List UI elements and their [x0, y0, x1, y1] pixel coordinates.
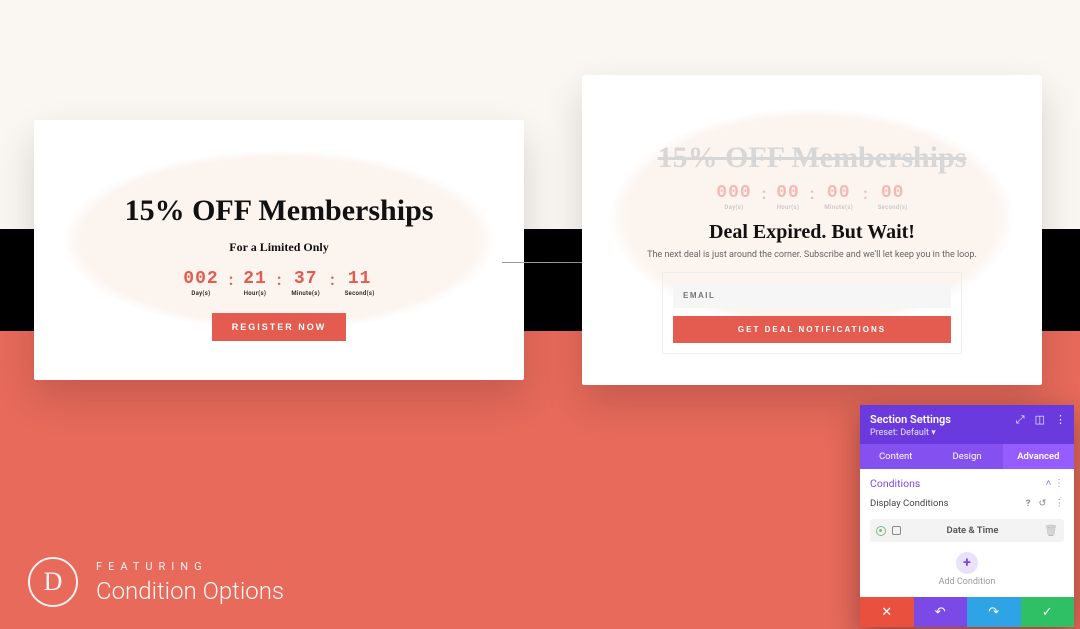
panel-header[interactable]: Section Settings Preset: Default ▾ ⤢ ◫ ⋮ [860, 405, 1074, 444]
feature-banner: D FEATURING Condition Options [28, 557, 284, 607]
timer-days-value: 000 [716, 183, 751, 203]
timer-hours-value: 21 [243, 269, 267, 289]
conditions-section-header[interactable]: Conditions ˄ ⋮ [860, 469, 1074, 492]
trash-icon[interactable]: 🗑 [1044, 524, 1058, 537]
promo-title: 15% OFF Memberships [125, 194, 434, 228]
more-icon[interactable]: ⋮ [1055, 413, 1066, 427]
snap-icon[interactable]: ◫ [1035, 413, 1045, 427]
chevron-up-icon: ˄ ⋮ [1046, 478, 1064, 489]
undo-button[interactable]: ↶ [914, 597, 968, 627]
feature-title: Condition Options [96, 577, 284, 605]
add-condition-button[interactable]: + [956, 552, 978, 574]
timer-hours-label: Hour(s) [777, 204, 800, 211]
chevron-down-icon: ▾ [931, 428, 936, 438]
promo-title-expired: 15% OFF Memberships [658, 141, 967, 175]
panel-preset-label: Preset: Default [870, 428, 929, 438]
more-icon[interactable]: ⋮ [1055, 498, 1065, 509]
timer-separator: : [810, 183, 815, 203]
timer-minutes-label: Minute(s) [824, 204, 853, 211]
email-field[interactable] [673, 283, 951, 308]
timer-seconds: 11 Second(s) [345, 269, 375, 297]
subscribe-form: GET DEAL NOTIFICATIONS [662, 272, 962, 354]
panel-preset[interactable]: Preset: Default ▾ [870, 428, 1064, 438]
add-condition-area: + Add Condition [860, 548, 1074, 597]
timer-seconds-value: 00 [881, 183, 905, 203]
add-condition-label: Add Condition [860, 577, 1074, 587]
timer-days-value: 002 [183, 269, 218, 289]
timer-separator: : [863, 183, 868, 203]
timer-separator: : [330, 269, 335, 289]
feature-kicker: FEATURING [96, 560, 284, 573]
timer-minutes-label: Minute(s) [291, 290, 320, 297]
help-icon[interactable]: ? [1026, 498, 1031, 509]
timer-minutes-value: 37 [294, 269, 318, 289]
visibility-icon[interactable] [876, 526, 886, 536]
timer-seconds-value: 11 [348, 269, 372, 289]
expired-headline: Deal Expired. But Wait! [709, 221, 915, 244]
timer-hours-value: 00 [776, 183, 800, 203]
timer-seconds: 00 Second(s) [878, 183, 908, 211]
redo-button[interactable]: ↷ [967, 597, 1021, 627]
timer-minutes-value: 00 [827, 183, 851, 203]
timer-separator: : [277, 269, 282, 289]
display-conditions-row: Display Conditions ? ↺ ⋮ [860, 492, 1074, 515]
timer-minutes: 00 Minute(s) [824, 183, 853, 211]
conditions-section-title: Conditions [870, 477, 920, 490]
countdown-timer-expired: 000 Day(s) : 00 Hour(s) : 00 Minute(s) :… [716, 183, 907, 211]
reset-icon[interactable]: ↺ [1039, 498, 1047, 509]
timer-hours-label: Hour(s) [244, 290, 267, 297]
get-notifications-button[interactable]: GET DEAL NOTIFICATIONS [673, 316, 951, 343]
timer-minutes: 37 Minute(s) [291, 269, 320, 297]
timer-days: 002 Day(s) [183, 269, 218, 297]
timer-separator: : [229, 269, 234, 289]
promo-card-active: 15% OFF Memberships For a Limited Only 0… [34, 120, 524, 380]
panel-body: Conditions ˄ ⋮ Display Conditions ? ↺ ⋮ … [860, 469, 1074, 597]
timer-seconds-label: Second(s) [345, 290, 375, 297]
divi-logo-icon: D [28, 557, 78, 607]
promo-card-expired: 15% OFF Memberships 000 Day(s) : 00 Hour… [582, 75, 1042, 385]
tab-advanced[interactable]: Advanced [1003, 444, 1074, 469]
save-button[interactable]: ✓ [1021, 597, 1075, 627]
timer-days-label: Day(s) [191, 290, 210, 297]
countdown-timer: 002 Day(s) : 21 Hour(s) : 37 Minute(s) :… [183, 269, 374, 297]
timer-seconds-label: Second(s) [878, 204, 908, 211]
panel-tabs: Content Design Advanced [860, 444, 1074, 469]
condition-label: Date & Time [907, 525, 1038, 536]
tab-design[interactable]: Design [931, 444, 1002, 469]
copy-icon[interactable] [892, 526, 901, 535]
cancel-button[interactable]: ✕ [860, 597, 914, 627]
timer-hours: 00 Hour(s) [776, 183, 800, 211]
tab-content[interactable]: Content [860, 444, 931, 469]
expand-icon[interactable]: ⤢ [1016, 413, 1025, 427]
expired-description: The next deal is just around the corner.… [647, 250, 977, 260]
timer-days: 000 Day(s) [716, 183, 751, 211]
register-button[interactable]: REGISTER NOW [212, 313, 347, 341]
promo-subtitle: For a Limited Only [229, 240, 328, 255]
timer-separator: : [762, 183, 767, 203]
timer-days-label: Day(s) [724, 204, 743, 211]
panel-action-bar: ✕ ↶ ↷ ✓ [860, 597, 1074, 627]
display-conditions-label: Display Conditions [870, 498, 949, 509]
timer-hours: 21 Hour(s) [243, 269, 267, 297]
condition-item[interactable]: Date & Time 🗑 [870, 519, 1064, 542]
section-settings-panel[interactable]: Section Settings Preset: Default ▾ ⤢ ◫ ⋮… [860, 405, 1074, 627]
